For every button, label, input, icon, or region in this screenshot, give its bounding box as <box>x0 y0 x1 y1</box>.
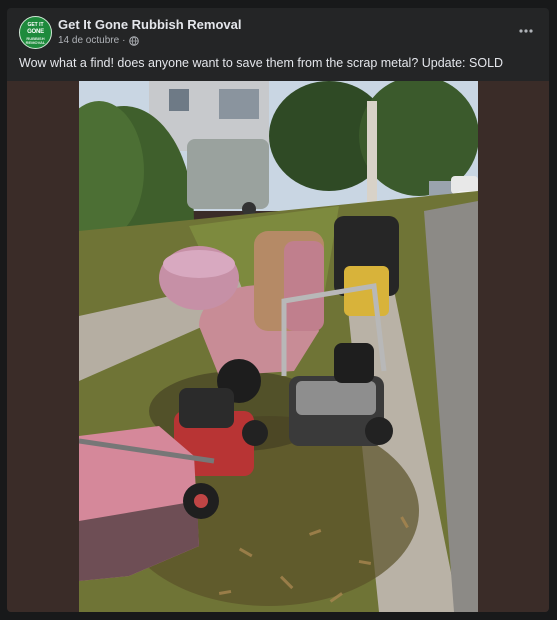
avatar-logo-line-3: RUBBISH REMOVAL <box>25 36 46 45</box>
more-options-icon <box>519 29 533 33</box>
post-media[interactable] <box>7 81 549 612</box>
post-card: GET IT GONE RUBBISH REMOVAL Get It Gone … <box>7 8 549 612</box>
meta-separator: · <box>122 35 126 46</box>
post-meta: 14 de octubre · <box>58 35 139 46</box>
post-caption: Wow what a find! does anyone want to sav… <box>19 56 504 70</box>
avatar-logo-line-1: GET IT <box>27 22 44 28</box>
globe-icon <box>128 35 139 46</box>
post-photo[interactable] <box>79 81 478 612</box>
post-date[interactable]: 14 de octubre <box>58 35 119 46</box>
page-avatar[interactable]: GET IT GONE RUBBISH REMOVAL <box>19 16 52 49</box>
post-author-name[interactable]: Get It Gone Rubbish Removal <box>58 17 241 32</box>
avatar-logo-line-2: GONE <box>27 29 44 35</box>
more-options-button[interactable] <box>513 20 539 42</box>
